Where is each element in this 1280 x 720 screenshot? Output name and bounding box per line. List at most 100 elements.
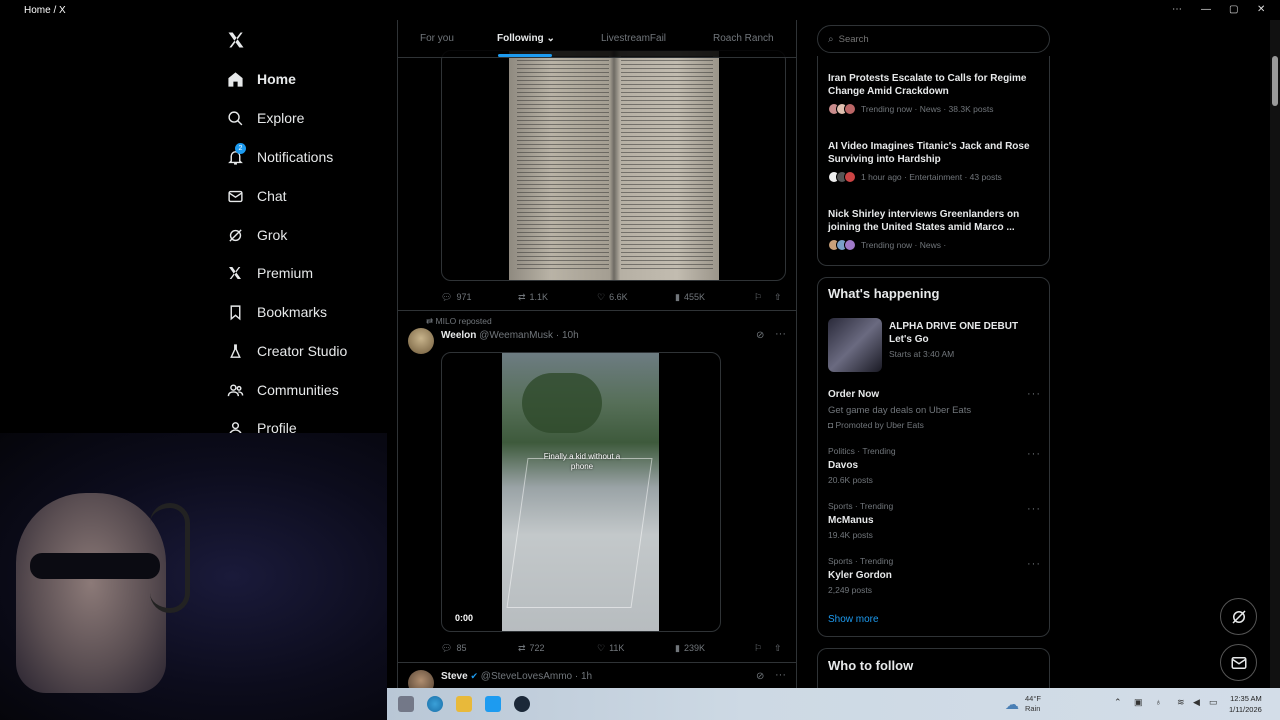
start-icon[interactable] <box>398 696 414 712</box>
microphone-icon[interactable]: ♁ <box>1155 697 1162 707</box>
scrollbar-thumb[interactable] <box>1272 56 1278 106</box>
more-options-icon[interactable]: ··· <box>1027 503 1041 515</box>
maximize-button[interactable]: ▢ <box>1229 4 1238 15</box>
search-bar[interactable]: ⌕ <box>817 25 1050 53</box>
nav-item-grok[interactable]: Grok <box>226 222 287 248</box>
chevron-up-icon[interactable]: ⌃ <box>1114 697 1122 708</box>
tray-app-icon[interactable]: ▣ <box>1134 697 1143 708</box>
post-time[interactable]: · 1h <box>575 671 592 682</box>
bookmark-button[interactable]: ⚐ <box>754 643 762 654</box>
promo-item[interactable]: Order Now Get game day deals on Uber Eat… <box>828 388 1018 430</box>
reposted-by[interactable]: MILO reposted <box>436 316 492 326</box>
views-button[interactable]: ▮ 455K <box>675 292 705 303</box>
more-options-icon[interactable]: ··· <box>1027 388 1041 400</box>
news-meta: 1 hour ago · Entertainment · 43 posts <box>861 172 1002 182</box>
mail-icon <box>1230 654 1248 672</box>
video-timestamp: 0:00 <box>455 613 474 623</box>
trend-item[interactable]: Politics · Trending Davos 20.6K posts <box>828 446 1018 485</box>
file-explorer-icon[interactable] <box>456 696 472 712</box>
trend-name: Davos <box>828 460 859 471</box>
close-button[interactable]: ✕ <box>1257 4 1265 15</box>
reply-button[interactable]: 💬︎ 85 <box>441 643 466 654</box>
search-input[interactable] <box>838 33 1019 45</box>
twitter-app-icon[interactable] <box>485 696 501 712</box>
repost-count: 1.1K <box>529 292 549 302</box>
tab-livestreamfail[interactable]: LivestreamFail <box>601 33 666 44</box>
verified-badge-icon: ✔ <box>470 671 479 681</box>
news-meta: Trending now · News · <box>861 240 947 250</box>
repost-indicator: ⇄ MILO reposted <box>426 316 492 327</box>
nav-item-notifications[interactable]: 2 Notifications <box>226 143 333 170</box>
grok-icon[interactable]: ⊘ <box>756 330 764 341</box>
repost-button[interactable]: ⇄ 722 <box>518 643 545 654</box>
author-handle[interactable]: @WeemanMusk <box>479 330 553 341</box>
notification-badge: 2 <box>235 143 246 154</box>
event-item[interactable]: ALPHA DRIVE ONE DEBUT Let's Go Starts at… <box>889 320 1039 359</box>
views-button[interactable]: ▮ 239K <box>675 643 705 654</box>
more-options-icon[interactable]: ··· <box>1027 448 1041 460</box>
volume-icon[interactable]: ◀ <box>1193 697 1200 708</box>
window-title-bar: Home / X ⋯ — ▢ ✕ <box>0 0 1280 20</box>
edge-icon[interactable] <box>427 696 443 712</box>
battery-icon[interactable]: ▭ <box>1209 697 1218 708</box>
repost-icon: ⇄ <box>518 291 526 302</box>
nav-item-home[interactable]: Home <box>226 66 296 92</box>
minimize-button[interactable]: — <box>1201 4 1211 15</box>
repost-button[interactable]: ⇄ 1.1K <box>518 292 548 303</box>
news-meta-row: 1 hour ago · Entertainment · 43 posts <box>828 171 1038 183</box>
news-item[interactable]: Iran Protests Escalate to Calls for Regi… <box>828 72 1038 115</box>
window-menu-button[interactable]: ⋯ <box>1172 4 1182 15</box>
tab-roach-ranch[interactable]: Roach Ranch <box>713 33 774 44</box>
court-lines <box>506 458 653 608</box>
nav-item-creator-studio[interactable]: Creator Studio <box>226 338 347 364</box>
nav-item-premium[interactable]: Premium <box>226 260 313 286</box>
more-options-icon[interactable]: ··· <box>775 669 786 681</box>
steam-icon[interactable] <box>514 696 530 712</box>
nav-item-bookmarks[interactable]: Bookmarks <box>226 299 327 325</box>
trend-posts: 19.4K posts <box>828 530 873 540</box>
trend-item[interactable]: Sports · Trending McManus 19.4K posts <box>828 501 1018 540</box>
bookmark-button[interactable]: ⚐ <box>754 292 762 303</box>
weather-widget[interactable]: 44°F Rain <box>1025 694 1041 714</box>
grok-icon[interactable]: ⊘ <box>756 671 764 682</box>
trend-item[interactable]: Sports · Trending Kyler Gordon 2,249 pos… <box>828 556 1018 595</box>
author-name[interactable]: Steve <box>441 671 468 682</box>
video-player[interactable]: Finally a kid without a phone 0:00 <box>441 352 721 632</box>
author-name[interactable]: Weelon <box>441 330 476 341</box>
like-button[interactable]: ♡ 6.6K <box>597 292 628 303</box>
tab-for-you[interactable]: For you <box>420 33 454 44</box>
nav-label: Chat <box>257 188 287 204</box>
like-count: 11K <box>609 643 625 653</box>
nav-item-communities[interactable]: Communities <box>226 377 339 403</box>
scrollbar[interactable] <box>1270 20 1280 688</box>
x-logo-icon[interactable] <box>226 30 246 50</box>
like-button[interactable]: ♡ 11K <box>597 643 624 654</box>
post-time[interactable]: · 10h <box>556 330 579 341</box>
avatar[interactable] <box>408 670 434 688</box>
nav-item-chat[interactable]: Chat <box>226 183 287 209</box>
nav-item-explore[interactable]: Explore <box>226 105 304 131</box>
author-handle[interactable]: @SteveLovesAmmo <box>481 671 572 682</box>
show-more-link[interactable]: Show more <box>828 614 879 625</box>
more-options-icon[interactable]: ··· <box>775 328 786 340</box>
share-button[interactable]: ⇧ <box>774 643 782 654</box>
avatar[interactable] <box>408 328 434 354</box>
share-icon: ⇧ <box>774 642 782 653</box>
messages-float-button[interactable] <box>1220 644 1257 681</box>
timeline: For you Following ⌄ LivestreamFail Roach… <box>397 20 797 688</box>
post-image[interactable] <box>441 50 786 281</box>
grok-float-button[interactable] <box>1220 598 1257 635</box>
reply-button[interactable]: 💬︎ 971 <box>441 292 471 303</box>
tab-following[interactable]: Following ⌄ <box>497 33 555 44</box>
news-item[interactable]: Nick Shirley interviews Greenlanders on … <box>828 208 1038 251</box>
event-thumbnail[interactable] <box>828 318 882 372</box>
share-button[interactable]: ⇧ <box>774 292 782 303</box>
news-item[interactable]: AI Video Imagines Titanic's Jack and Ros… <box>828 140 1038 183</box>
repost-count: 722 <box>529 643 545 653</box>
grok-icon <box>226 226 244 244</box>
clock[interactable]: 12:35 AM 1/11/2026 <box>1229 693 1262 715</box>
wifi-icon[interactable]: ≋ <box>1177 697 1185 708</box>
who-to-follow-card: Who to follow <box>817 648 1050 688</box>
weather-icon: ☁ <box>1005 696 1019 712</box>
more-options-icon[interactable]: ··· <box>1027 558 1041 570</box>
